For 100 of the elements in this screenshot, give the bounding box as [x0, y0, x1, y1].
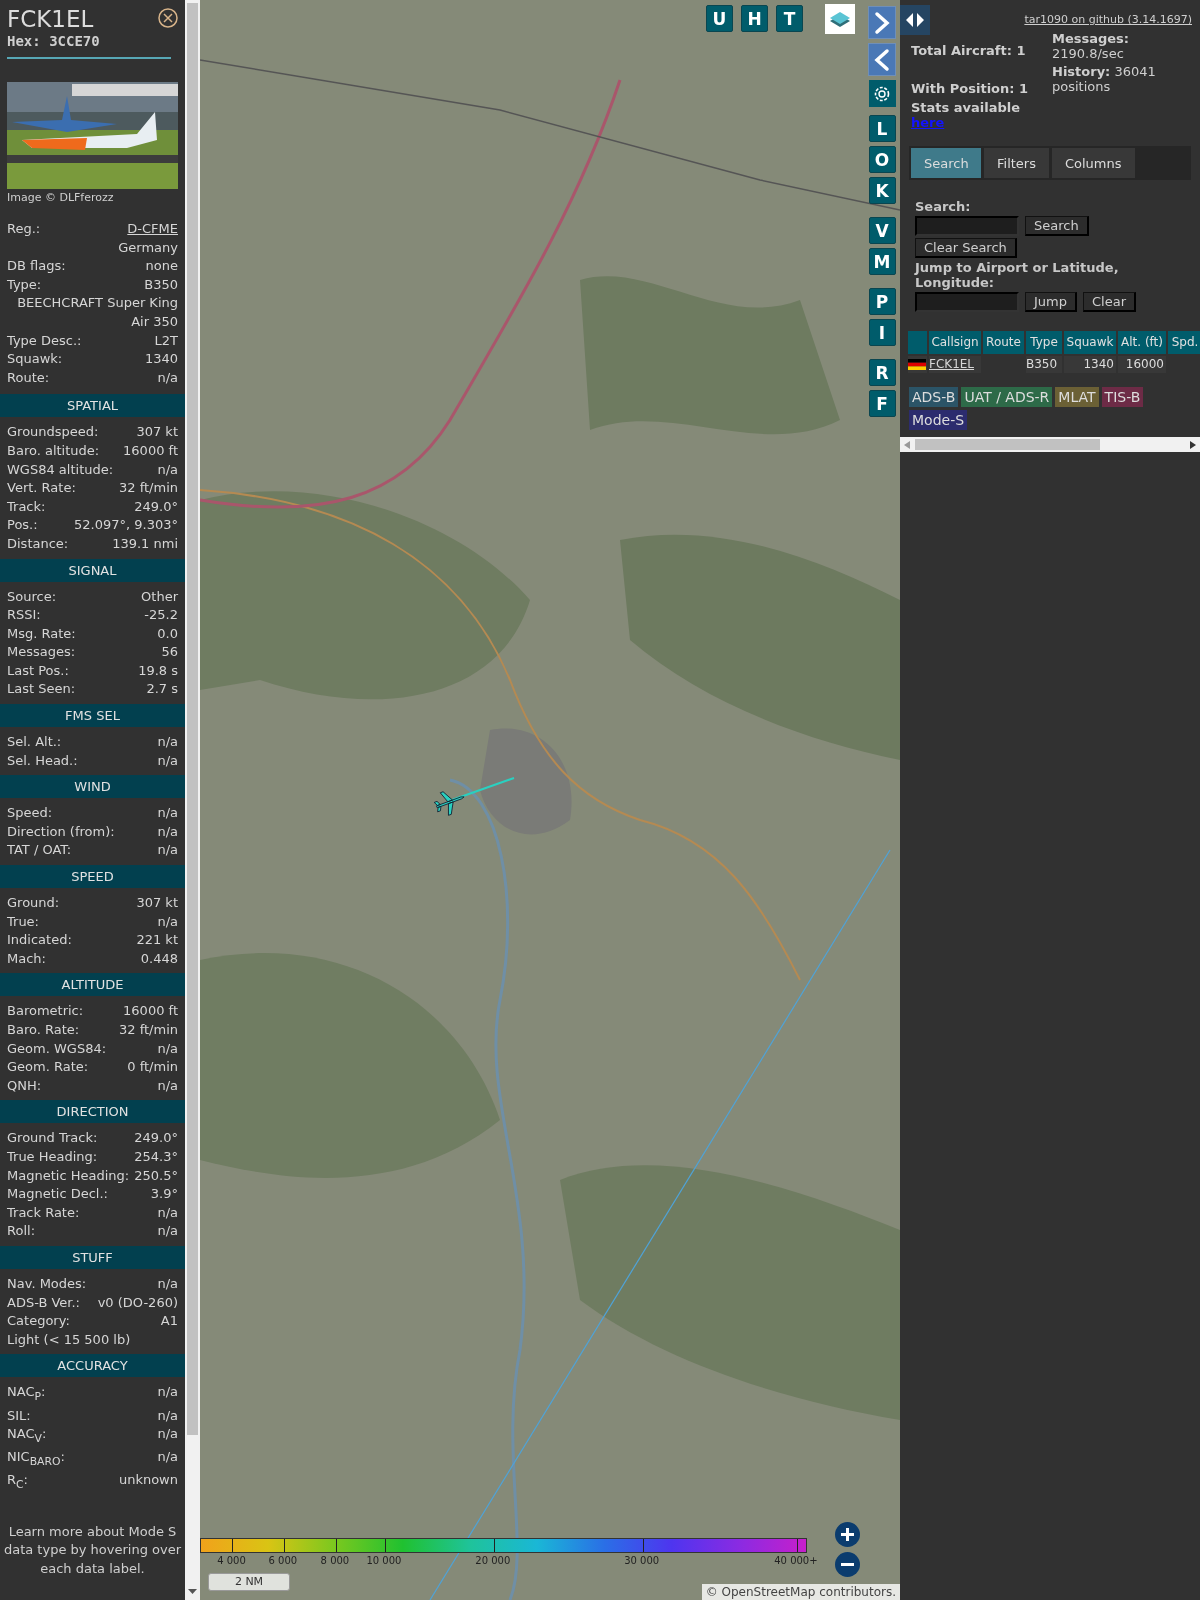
field-label: Baro. Rate:: [7, 1021, 80, 1039]
jump-button[interactable]: Jump: [1025, 292, 1077, 312]
search-button[interactable]: Search: [1025, 216, 1089, 236]
with-position-stat: With Position: 1: [911, 81, 1029, 96]
map-attribution: © OpenStreetMap contributors.: [701, 1584, 900, 1600]
scale-label: 30 000: [624, 1555, 660, 1566]
field-value: n/a: [157, 1274, 178, 1293]
settings-button[interactable]: [868, 80, 896, 107]
scrollbar[interactable]: [900, 437, 1200, 452]
field-value: 1340: [144, 350, 178, 369]
layers-button[interactable]: [825, 4, 855, 34]
section-header: WIND: [0, 775, 185, 799]
field-label: Barometric:: [7, 1002, 84, 1021]
version-link[interactable]: tar1090 on github (3.14.1697): [1024, 13, 1192, 26]
field-label: Reg.:: [7, 220, 41, 238]
map-toggle-button[interactable]: K: [868, 177, 896, 204]
column-header[interactable]: Alt. (ft): [1118, 331, 1166, 354]
column-header[interactable]: Spd.: [1168, 331, 1200, 354]
map-toggle-button[interactable]: T: [776, 5, 803, 32]
map-toggle-button[interactable]: I: [868, 319, 896, 346]
field-label: Type Desc.:: [7, 331, 82, 350]
tab[interactable]: Search: [911, 148, 981, 178]
scrollbar-thumb[interactable]: [187, 3, 198, 1435]
field-value: L2T: [154, 331, 178, 350]
field-label: Roll:: [7, 1222, 35, 1241]
map-toggle-button[interactable]: O: [868, 146, 896, 173]
field-value: 16000 ft: [123, 1002, 178, 1021]
map-toggle-button[interactable]: L: [868, 115, 896, 142]
scale-bar: 2 NM: [208, 1573, 290, 1591]
column-header[interactable]: Route: [983, 331, 1024, 354]
scrollbar[interactable]: [185, 0, 200, 1600]
clear-search-button[interactable]: Clear Search: [915, 238, 1017, 258]
field-value: 139.1 nmi: [112, 534, 178, 553]
stats-text: Stats available: [911, 100, 1021, 115]
search-field[interactable]: [915, 216, 1019, 236]
scroll-down-icon[interactable]: [188, 1589, 197, 1594]
map-toggle-button[interactable]: U: [706, 5, 733, 32]
left-right-arrows-icon: [905, 12, 925, 28]
field-value: 16000 ft: [123, 441, 178, 460]
section-header: SPEED: [0, 865, 185, 889]
history-stat: History: 36041 positions: [1052, 63, 1157, 96]
column-header[interactable]: Callsign: [929, 331, 981, 354]
source-tag: Mode-S: [909, 410, 968, 430]
close-button[interactable]: [158, 8, 178, 28]
field-label: True Heading:: [7, 1147, 98, 1166]
map-toggle-button[interactable]: P: [868, 288, 896, 315]
registration-link[interactable]: D-CFME: [127, 220, 178, 239]
map-toggle-button[interactable]: H: [741, 5, 768, 32]
column-header[interactable]: Squawk: [1064, 331, 1116, 354]
tab[interactable]: Filters: [984, 148, 1049, 178]
scrollbar-thumb[interactable]: [915, 439, 1100, 450]
field-value: 19.8 s: [138, 661, 178, 680]
map-toggle-button[interactable]: V: [868, 217, 896, 244]
expand-button[interactable]: [868, 6, 896, 39]
collapse-button[interactable]: [868, 43, 896, 76]
field-value: Germany: [118, 238, 178, 257]
help-text: Learn more about Mode S data type by hovering over each data label.: [2, 1522, 183, 1578]
chevron-right-icon: [873, 10, 891, 35]
field-label: Pos.:: [7, 516, 38, 535]
field-label: True:: [7, 912, 39, 931]
field-value: n/a: [157, 368, 178, 387]
map-toggle-button[interactable]: M: [868, 248, 896, 275]
field-label: NAC$_{V}$:: [7, 1425, 47, 1447]
field-label: Nav. Modes:: [7, 1274, 87, 1293]
field-label: SIL:: [7, 1406, 31, 1425]
jump-field[interactable]: [915, 292, 1019, 312]
clear-button[interactable]: Clear: [1083, 292, 1136, 312]
sidebar-toggle-button[interactable]: [900, 5, 930, 35]
field-label: Last Seen:: [7, 680, 76, 699]
map-toggle-button[interactable]: F: [868, 390, 896, 417]
scale-label: 4 000: [217, 1555, 246, 1566]
map-toggle-button[interactable]: R: [868, 359, 896, 386]
aircraft-callsign: FCK1EL: [7, 5, 94, 33]
field-label: R$_{C}$:: [7, 1471, 28, 1494]
field-label: Groundspeed:: [7, 423, 99, 442]
table-cell: 1340: [1064, 356, 1116, 373]
field-value: n/a: [157, 841, 178, 860]
field-label: Category:: [7, 1312, 70, 1331]
photo-credit: Image © DLFferozz: [7, 191, 114, 204]
callsign-link[interactable]: FCK1EL: [929, 357, 975, 371]
scroll-left-icon[interactable]: [904, 441, 910, 449]
field-label: Source:: [7, 587, 57, 606]
scroll-right-icon[interactable]: [1190, 441, 1196, 449]
tab[interactable]: Columns: [1051, 148, 1135, 178]
field-label: Vert. Rate:: [7, 479, 76, 498]
field-value: A1: [160, 1312, 178, 1331]
stat-value: 2190.8/sec: [1052, 46, 1124, 61]
column-header[interactable]: Type: [1026, 331, 1062, 354]
field-label: Baro. altitude:: [7, 441, 100, 460]
field-label: Ground:: [7, 894, 60, 913]
field-value: BEECHCRAFT Super King Air 350: [16, 294, 178, 331]
field-value: 249.0°: [134, 497, 178, 516]
field-value: 0.448: [140, 949, 178, 968]
field-value: n/a: [157, 733, 178, 752]
field-value: none: [145, 257, 178, 276]
field-label: Magnetic Heading:: [7, 1166, 130, 1185]
field-value: Light (< 15 500 lb): [7, 1330, 131, 1349]
source-tag: MLAT: [1055, 387, 1099, 407]
attribution-link[interactable]: OpenStreetMap: [721, 1585, 816, 1599]
field-label: TAT / OAT:: [7, 841, 72, 860]
